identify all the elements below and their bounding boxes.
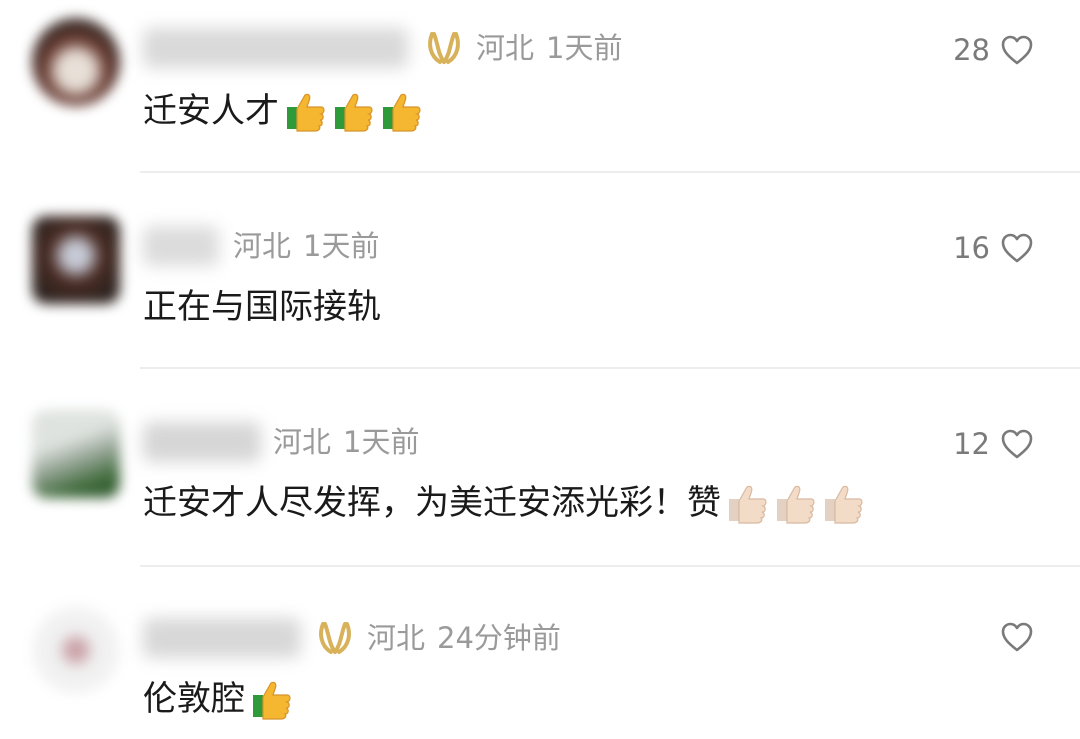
- username-blurred[interactable]: [143, 226, 219, 266]
- avatar[interactable]: [32, 216, 120, 304]
- location-label: 河北: [476, 31, 535, 65]
- comment-text: 正在与国际接轨: [143, 287, 381, 327]
- comment-text-row: 迁安人才: [143, 86, 423, 136]
- comment-meta: 河北 1天前: [273, 422, 419, 462]
- thumbs-up-icon: [335, 93, 373, 132]
- location-label: 河北: [367, 621, 426, 655]
- timestamp: 1天前: [546, 31, 623, 65]
- like-count: 28: [953, 33, 990, 67]
- comment-meta: 河北 1天前: [233, 226, 379, 266]
- comment-text-row: 伦敦腔: [143, 674, 293, 724]
- timestamp: 1天前: [303, 229, 380, 263]
- heart-icon: [1001, 429, 1033, 459]
- like-count: 12: [953, 427, 990, 461]
- emoji-group: [283, 89, 423, 133]
- timestamp: 1天前: [343, 425, 420, 459]
- username-blurred[interactable]: [143, 28, 408, 68]
- location-label: 河北: [273, 425, 332, 459]
- comment-meta: 河北 1天前: [424, 28, 622, 68]
- heart-icon: [1001, 35, 1033, 65]
- avatar[interactable]: [32, 18, 120, 106]
- like-button[interactable]: [990, 620, 1034, 654]
- comment-text: 迁安人才: [143, 91, 279, 131]
- username-blurred[interactable]: [143, 422, 261, 462]
- thumbs-up-icon: [383, 93, 421, 132]
- comment-item: 河北 1天前 28 迁安人才: [0, 0, 1080, 173]
- comment-item: 河北 1天前 16 正在与国际接轨: [0, 172, 1080, 369]
- like-button[interactable]: 12: [953, 424, 1034, 464]
- comment-item: 河北 1天前 12 迁安才人尽发挥，为美迁安添光彩！赞: [0, 368, 1080, 567]
- comment-text-row: 迁安才人尽发挥，为美迁安添光彩！赞: [143, 478, 865, 528]
- thumbs-up-icon: [729, 485, 767, 524]
- thumbs-up-icon: [777, 485, 815, 524]
- thumbs-up-icon: [253, 681, 291, 720]
- comment-text-row: 正在与国际接轨: [143, 282, 381, 332]
- heart-icon: [1001, 233, 1033, 263]
- comment-item: 河北 24分钟前 伦敦腔: [0, 566, 1080, 739]
- heart-icon: [1001, 622, 1033, 652]
- username-blurred[interactable]: [143, 618, 301, 658]
- comment-meta: 河北 24分钟前: [315, 618, 561, 658]
- like-count: 16: [953, 231, 990, 265]
- emoji-group: [249, 677, 293, 721]
- laurel-badge-icon: [428, 32, 460, 64]
- thumbs-up-icon: [287, 93, 325, 132]
- thumbs-up-icon: [825, 485, 863, 524]
- comment-text: 迁安才人尽发挥，为美迁安添光彩！赞: [143, 483, 721, 523]
- timestamp: 24分钟前: [437, 621, 561, 655]
- emoji-group: [725, 481, 865, 525]
- like-button[interactable]: 28: [953, 30, 1034, 70]
- avatar[interactable]: [32, 606, 120, 694]
- avatar[interactable]: [32, 410, 120, 498]
- comment-text: 伦敦腔: [143, 679, 245, 719]
- location-label: 河北: [233, 229, 292, 263]
- laurel-badge-icon: [319, 622, 351, 654]
- like-button[interactable]: 16: [953, 228, 1034, 268]
